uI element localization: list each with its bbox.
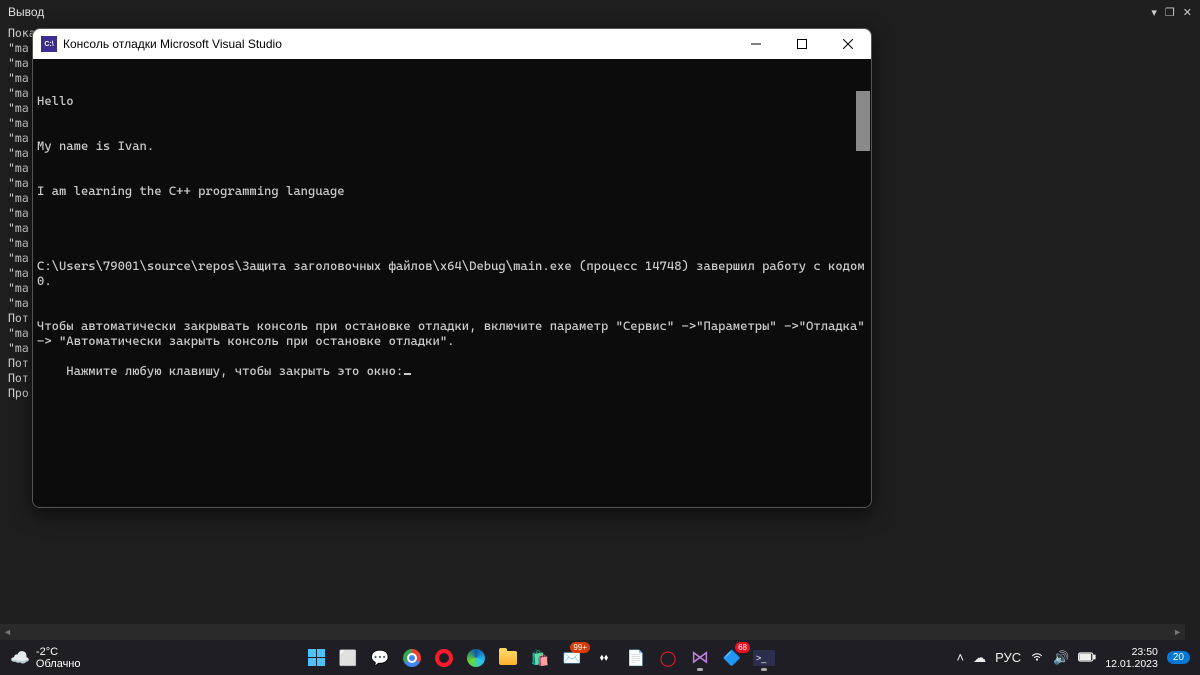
dropbox-icon[interactable]: ⬪⬪ xyxy=(590,644,618,672)
console-titlebar[interactable]: C:\ Консоль отладки Microsoft Visual Stu… xyxy=(33,29,871,59)
cursor-icon xyxy=(404,373,411,375)
opera-icon[interactable] xyxy=(430,644,458,672)
app-icon[interactable]: 🔷68 xyxy=(718,644,746,672)
start-button[interactable] xyxy=(302,644,330,672)
mail-icon[interactable]: ✉️99+ xyxy=(558,644,586,672)
tray-chevron-icon[interactable]: ˄ xyxy=(956,650,964,665)
terminal-icon[interactable]: >_ xyxy=(750,644,778,672)
opera-gx-icon[interactable]: ◯ xyxy=(654,644,682,672)
onedrive-icon[interactable]: ☁ xyxy=(973,650,986,666)
app-badge: 68 xyxy=(735,642,750,653)
battery-icon[interactable] xyxy=(1078,650,1096,665)
windows-taskbar: ☁️ -2°C Облачно ⬜ 💬 🛍️ ✉️99+ ⬪⬪ 📄 ◯ ⋈ 🔷6… xyxy=(0,640,1200,675)
visual-studio-icon[interactable]: ⋈ xyxy=(686,644,714,672)
clock-time: 23:50 xyxy=(1105,646,1158,658)
file-explorer-icon[interactable] xyxy=(494,644,522,672)
document-icon[interactable]: 📄 xyxy=(622,644,650,672)
volume-icon[interactable]: 🔊 xyxy=(1053,650,1069,666)
edge-icon[interactable] xyxy=(462,644,490,672)
dropdown-chevron-icon[interactable]: ▾ xyxy=(1151,6,1157,19)
taskbar-tray: ˄ ☁ РУС 🔊 23:50 12.01.2023 20 xyxy=(940,646,1200,670)
task-view-icon[interactable]: ⬜ xyxy=(334,644,362,672)
scroll-left-icon[interactable]: ◄ xyxy=(3,627,12,637)
horizontal-scrollbar[interactable]: ◄ ► xyxy=(0,624,1185,640)
ms-store-icon[interactable]: 🛍️ xyxy=(526,644,554,672)
weather-icon: ☁️ xyxy=(10,648,30,668)
console-line: Hello xyxy=(37,93,867,108)
scroll-right-icon[interactable]: ► xyxy=(1173,627,1182,637)
console-line: I am learning the C++ programming langua… xyxy=(37,183,867,198)
mail-badge: 99+ xyxy=(570,642,590,653)
clock-date: 12.01.2023 xyxy=(1105,658,1158,670)
debug-console-window: C:\ Консоль отладки Microsoft Visual Stu… xyxy=(32,28,872,508)
console-line: Чтобы автоматически закрывать консоль пр… xyxy=(37,318,867,348)
vs-panel-header: Вывод ▾ ❐ ✕ xyxy=(0,0,1200,24)
taskbar-pinned-apps: ⬜ 💬 🛍️ ✉️99+ ⬪⬪ 📄 ◯ ⋈ 🔷68 >_ xyxy=(140,644,940,672)
weather-desc: Облачно xyxy=(36,658,81,670)
wifi-icon[interactable] xyxy=(1030,649,1044,666)
vs-panel-controls: ▾ ❐ ✕ xyxy=(1151,6,1192,19)
console-title: Консоль отладки Microsoft Visual Studio xyxy=(63,37,733,51)
console-line: C:\Users\79001\source\repos\Защита загол… xyxy=(37,258,867,288)
minimize-button[interactable] xyxy=(733,29,779,59)
chrome-icon[interactable] xyxy=(398,644,426,672)
close-button[interactable] xyxy=(825,29,871,59)
maximize-button[interactable] xyxy=(779,29,825,59)
window-icon[interactable]: ❐ xyxy=(1165,6,1175,19)
console-line: Нажмите любую клавишу, чтобы закрыть это… xyxy=(66,363,403,378)
console-body[interactable]: Hello My name is Ivan. I am learning the… xyxy=(33,59,871,507)
vs-panel-title: Вывод xyxy=(8,5,44,19)
vertical-scrollbar-thumb[interactable] xyxy=(856,91,870,151)
notification-badge[interactable]: 20 xyxy=(1167,651,1190,664)
weather-temp: -2°C xyxy=(36,646,81,658)
chat-icon[interactable]: 💬 xyxy=(366,644,394,672)
clock[interactable]: 23:50 12.01.2023 xyxy=(1105,646,1158,670)
console-app-icon: C:\ xyxy=(41,36,57,52)
language-indicator[interactable]: РУС xyxy=(995,650,1021,665)
close-icon[interactable]: ✕ xyxy=(1183,6,1192,19)
taskbar-weather[interactable]: ☁️ -2°C Облачно xyxy=(0,646,140,670)
console-line: My name is Ivan. xyxy=(37,138,867,153)
